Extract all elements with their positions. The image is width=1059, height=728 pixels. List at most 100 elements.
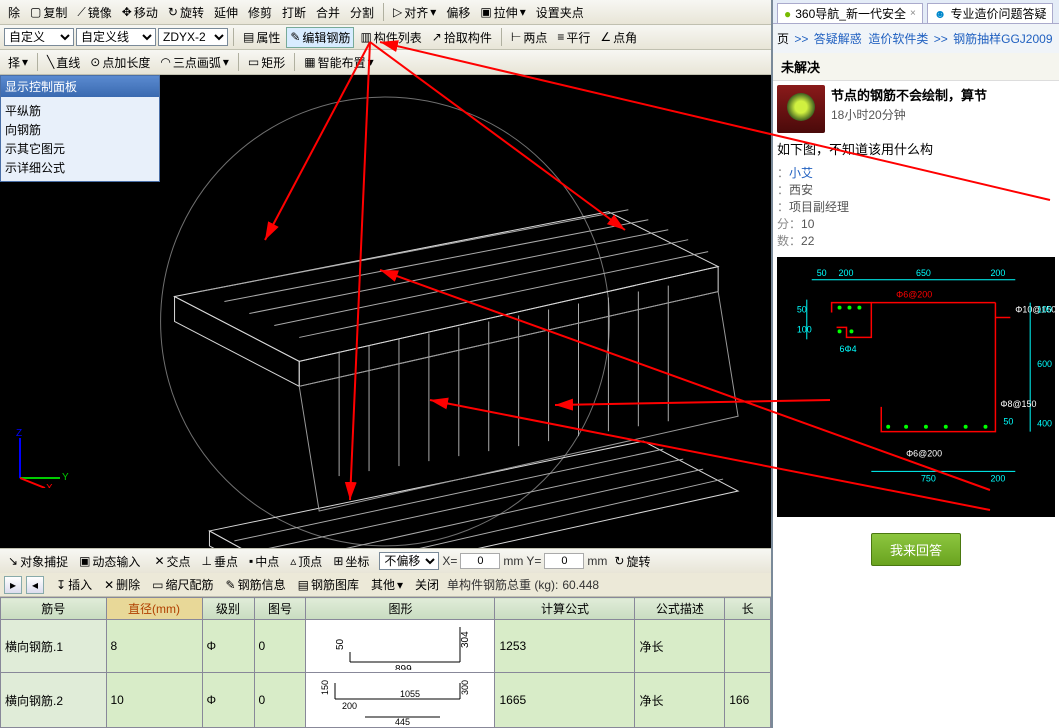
axis-widget: Z Y X	[10, 428, 70, 488]
merge-button[interactable]: 合并	[312, 2, 344, 23]
cell-grade[interactable]: Φ	[202, 620, 254, 673]
browser-tab-1[interactable]: ● 360导航_新一代安全 ×	[777, 3, 923, 23]
scale-rebar-button[interactable]: ▭缩尺配筋	[148, 574, 217, 595]
custom-line-select[interactable]: 自定义线	[76, 28, 156, 46]
col-dia[interactable]: 直径(mm)	[106, 598, 202, 620]
obj-snap-button[interactable]: ↘对象捕捉	[4, 551, 72, 572]
user-link[interactable]: 小艾	[789, 166, 813, 180]
nav-prev-button[interactable]: ◂	[26, 576, 44, 594]
other-button[interactable]: 其他▾	[367, 574, 407, 595]
line-button[interactable]: ╲直线	[43, 52, 84, 73]
zdyx-select[interactable]: ZDYX-2	[158, 28, 228, 46]
custom-select[interactable]: 自定义	[4, 28, 74, 46]
table-row[interactable]: 横向钢筋.2 10 Φ 0 150 200 1055	[1, 673, 771, 728]
perp-button[interactable]: ⊥垂点	[198, 551, 242, 572]
svg-text:400: 400	[1037, 419, 1052, 429]
stretch-button[interactable]: ▣拉伸▾	[476, 2, 529, 23]
cell-dia[interactable]: 8	[106, 620, 202, 673]
svg-text:300: 300	[460, 680, 470, 695]
globe-icon: ●	[784, 7, 791, 21]
offset-button[interactable]: 偏移	[442, 2, 474, 23]
cell-name[interactable]: 横向钢筋.2	[1, 673, 107, 728]
cell-calc[interactable]: 1665	[495, 673, 635, 728]
svg-text:200: 200	[342, 701, 357, 711]
move-button[interactable]: ✥移动	[118, 2, 162, 23]
pick-component-button[interactable]: ↗拾取构件	[428, 27, 496, 48]
delete-button[interactable]: ✕删除	[100, 574, 144, 595]
cell-desc[interactable]: 净长	[635, 673, 725, 728]
col-calc[interactable]: 计算公式	[495, 598, 635, 620]
nav-first-button[interactable]: ▸	[4, 576, 22, 594]
cell-len[interactable]: 166	[725, 673, 771, 728]
intersect-button[interactable]: ✕交点	[150, 551, 194, 572]
cell-len[interactable]	[725, 620, 771, 673]
svg-text:650: 650	[916, 268, 931, 278]
crumb-link[interactable]: 钢筋抽样GGJ2009	[953, 32, 1052, 46]
cell-calc[interactable]: 1253	[495, 620, 635, 673]
cell-dia[interactable]: 10	[106, 673, 202, 728]
three-arc-button[interactable]: ◠三点画弧▾	[156, 52, 233, 73]
edit-rebar-button[interactable]: ✎编辑钢筋	[286, 27, 354, 48]
insert-button[interactable]: ↧插入	[52, 574, 96, 595]
point-angle-button[interactable]: ∠点角	[596, 27, 641, 48]
browser-tab-2[interactable]: ☻ 专业造价问题答疑	[927, 3, 1054, 23]
x-input[interactable]	[460, 553, 500, 569]
svg-text:6Φ4: 6Φ4	[840, 344, 857, 354]
svg-text:50: 50	[817, 268, 827, 278]
smart-layout-button[interactable]: ▦智能布置▾	[300, 52, 377, 73]
blueprint-drawing: 50 200 650 200 Φ6@200	[777, 257, 1055, 517]
vertex-button[interactable]: ▵顶点	[286, 551, 326, 572]
col-grade[interactable]: 级别	[202, 598, 254, 620]
y-input[interactable]	[544, 553, 584, 569]
cell-grade[interactable]: Φ	[202, 673, 254, 728]
split-button[interactable]: 分割	[346, 2, 378, 23]
col-fig[interactable]: 图号	[254, 598, 306, 620]
rebar-info-button[interactable]: ✎钢筋信息	[222, 574, 290, 595]
wireframe-model	[0, 75, 771, 548]
col-desc[interactable]: 公式描述	[635, 598, 725, 620]
rotate-button2[interactable]: ↻旋转	[610, 551, 654, 572]
component-list-button[interactable]: ▥构件列表	[356, 27, 425, 48]
close-icon[interactable]: ×	[910, 8, 916, 19]
cell-fig[interactable]: 0	[254, 620, 306, 673]
cell-shape[interactable]: 304 50 899	[306, 620, 495, 673]
crumb-link[interactable]: 答疑解惑	[814, 32, 862, 46]
add-len-button[interactable]: ⊙点加长度	[86, 52, 154, 73]
cell-fig[interactable]: 0	[254, 673, 306, 728]
props-button[interactable]: ▤属性	[239, 27, 284, 48]
parallel-button[interactable]: ≡平行	[553, 27, 594, 48]
rebar-lib-button[interactable]: ▤钢筋图库	[294, 574, 363, 595]
extend-button[interactable]: 延伸	[210, 2, 242, 23]
trim-button[interactable]: 修剪	[244, 2, 276, 23]
answer-button[interactable]: 我来回答	[871, 533, 961, 566]
remove-button[interactable]: 除	[4, 2, 24, 23]
copy-button[interactable]: ▢复制	[26, 2, 71, 23]
close-button[interactable]: 关闭	[411, 574, 443, 595]
crumb-home[interactable]: 页	[777, 32, 789, 46]
table-row[interactable]: 横向钢筋.1 8 Φ 0 304 50 899	[1, 620, 771, 673]
svg-text:X: X	[46, 483, 53, 488]
viewport-3d[interactable]: 显示控制面板 平纵筋 向钢筋 示其它图元 示详细公式	[0, 75, 771, 548]
break-button[interactable]: 打断	[278, 2, 310, 23]
set-clip-button[interactable]: 设置夹点	[532, 2, 588, 23]
crumb-link[interactable]: 造价软件类	[868, 32, 928, 46]
two-points-button[interactable]: ⊢两点	[507, 27, 551, 48]
align-button[interactable]: ▷对齐▾	[389, 2, 440, 23]
cell-desc[interactable]: 净长	[635, 620, 725, 673]
cell-shape[interactable]: 150 200 1055 300 445	[306, 673, 495, 728]
rotate-button[interactable]: ↻旋转	[164, 2, 208, 23]
col-name[interactable]: 筋号	[1, 598, 107, 620]
offset-mode-select[interactable]: 不偏移	[379, 552, 439, 570]
mirror-button[interactable]: ⟋镜像	[73, 2, 115, 23]
dyn-input-button[interactable]: ▣动态输入	[75, 551, 144, 572]
col-len[interactable]: 长	[725, 598, 771, 620]
col-shape[interactable]: 图形	[306, 598, 495, 620]
cell-name[interactable]: 横向钢筋.1	[1, 620, 107, 673]
choose-button[interactable]: 择▾	[4, 52, 32, 73]
coord-button[interactable]: ⊞坐标	[329, 551, 373, 572]
svg-text:600: 600	[1037, 359, 1052, 369]
rect-button[interactable]: ▭矩形	[244, 52, 289, 73]
mid-button[interactable]: ▪中点	[245, 551, 283, 572]
status-ribbon: 未解决	[773, 53, 1059, 81]
rebar-table[interactable]: 筋号 直径(mm) 级别 图号 图形 计算公式 公式描述 长 横向钢筋.1 8	[0, 597, 771, 728]
